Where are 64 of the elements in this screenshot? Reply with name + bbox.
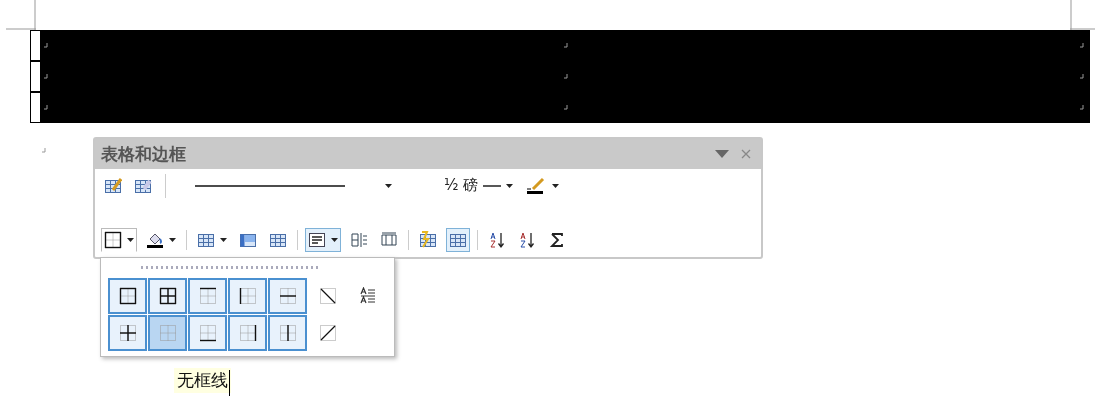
paint-bucket-icon (146, 231, 164, 249)
caret-icon (552, 183, 560, 188)
end-of-row-mark (1080, 105, 1085, 110)
diagonal-up-border-icon (318, 324, 337, 342)
line-sample-icon (195, 183, 345, 188)
table-grid-icon (197, 231, 215, 249)
text-cursor (229, 370, 230, 396)
top-border-icon (198, 287, 217, 305)
menu-drag-handle[interactable] (141, 266, 321, 269)
sum-icon (548, 231, 566, 249)
tooltip: 无框线 (174, 368, 231, 393)
table-autoformat-icon (419, 231, 437, 249)
border-option[interactable] (148, 278, 187, 314)
row-handle[interactable] (30, 92, 41, 123)
caret-icon (220, 238, 227, 242)
options-dropdown-icon[interactable] (715, 150, 729, 158)
row-handle[interactable] (30, 30, 41, 61)
line-weight-dropdown[interactable]: ½ 磅 (441, 173, 517, 198)
borders-button[interactable] (101, 228, 137, 252)
gridlines-button[interactable] (446, 228, 470, 252)
border-option[interactable] (268, 315, 307, 351)
end-of-cell-mark (563, 105, 569, 110)
border-option[interactable] (108, 278, 147, 314)
end-of-cell-mark (563, 74, 569, 79)
distribute-columns-icon (380, 231, 398, 249)
border-option[interactable] (108, 315, 147, 351)
no-border-icon (158, 324, 177, 342)
sort-ascending-icon (488, 231, 506, 249)
merge-cells-icon (239, 231, 257, 249)
end-of-cell-mark (563, 43, 569, 48)
caret-icon (169, 238, 176, 242)
all-borders-icon (158, 287, 177, 305)
line-sample-icon (483, 183, 502, 188)
inside-borders-icon (118, 324, 137, 342)
outside-border-icon (104, 231, 122, 249)
end-of-row-mark (1080, 74, 1085, 79)
pencil-table-icon (104, 176, 122, 195)
horizontal-line-icon (358, 287, 377, 305)
end-of-row-mark (1080, 43, 1085, 48)
end-of-cell-mark (44, 74, 49, 79)
sort-descending-icon (518, 231, 536, 249)
align-icon (308, 231, 326, 249)
paragraph-mark (42, 148, 47, 153)
split-cells-icon (269, 231, 287, 249)
diagonal-down-border-icon (318, 287, 337, 305)
border-option[interactable] (268, 278, 307, 314)
gridlines-icon (449, 231, 467, 249)
margin-corner-mark (1070, 0, 1095, 30)
distribute-rows-icon (350, 231, 368, 249)
end-of-cell-mark (44, 105, 49, 110)
end-of-cell-mark (44, 43, 49, 48)
left-border-icon (238, 287, 257, 305)
caret-icon (506, 183, 514, 188)
caret-icon (331, 238, 338, 242)
caret-icon (127, 238, 134, 242)
align-button[interactable] (305, 228, 341, 252)
caret-icon (385, 183, 392, 188)
toolbar-title: 表格和边框 (101, 142, 187, 166)
row-handle[interactable] (30, 61, 41, 92)
bottom-border-icon (198, 324, 217, 342)
inside-vertical-border-icon (278, 324, 297, 342)
outside-border-icon (118, 287, 137, 305)
right-border-icon (238, 324, 257, 342)
inside-horizontal-border-icon (278, 287, 297, 305)
